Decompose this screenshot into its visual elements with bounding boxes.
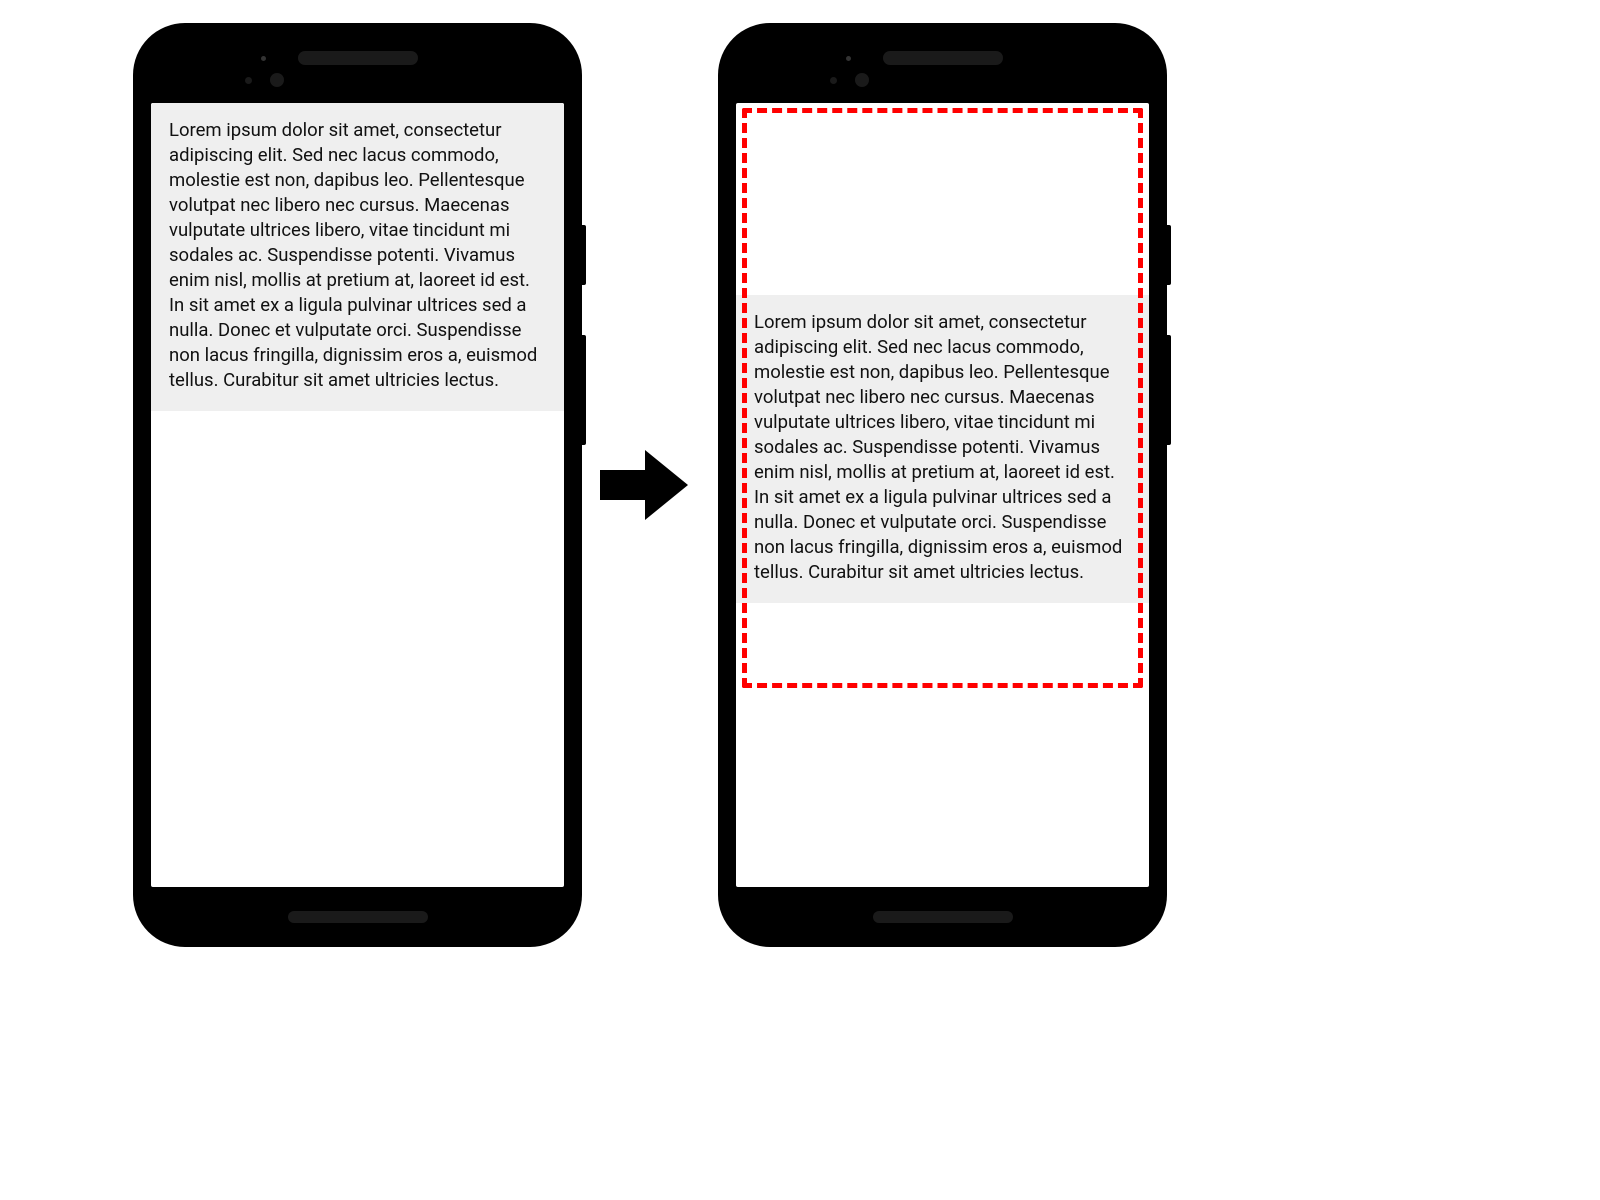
phone-mockup-right: Lorem ipsum dolor sit amet, consectetur … — [720, 25, 1165, 945]
sensor-icon — [830, 77, 837, 84]
speaker-icon — [298, 51, 418, 65]
body-text: Lorem ipsum dolor sit amet, consectetur … — [736, 295, 1149, 603]
camera-icon — [855, 73, 869, 87]
sensor-icon — [245, 77, 252, 84]
sensor-icon — [261, 56, 266, 61]
arrow-right-icon — [600, 445, 690, 525]
speaker-icon — [883, 51, 1003, 65]
side-button-icon — [580, 335, 586, 445]
side-button-icon — [1165, 225, 1171, 285]
phone-screen-left: Lorem ipsum dolor sit amet, consectetur … — [151, 103, 564, 887]
speaker-icon — [873, 911, 1013, 923]
body-text: Lorem ipsum dolor sit amet, consectetur … — [151, 103, 564, 411]
camera-icon — [270, 73, 284, 87]
sensor-icon — [846, 56, 851, 61]
side-button-icon — [580, 225, 586, 285]
speaker-icon — [288, 911, 428, 923]
side-button-icon — [1165, 335, 1171, 445]
phone-mockup-left: Lorem ipsum dolor sit amet, consectetur … — [135, 25, 580, 945]
phone-screen-right: Lorem ipsum dolor sit amet, consectetur … — [736, 103, 1149, 887]
